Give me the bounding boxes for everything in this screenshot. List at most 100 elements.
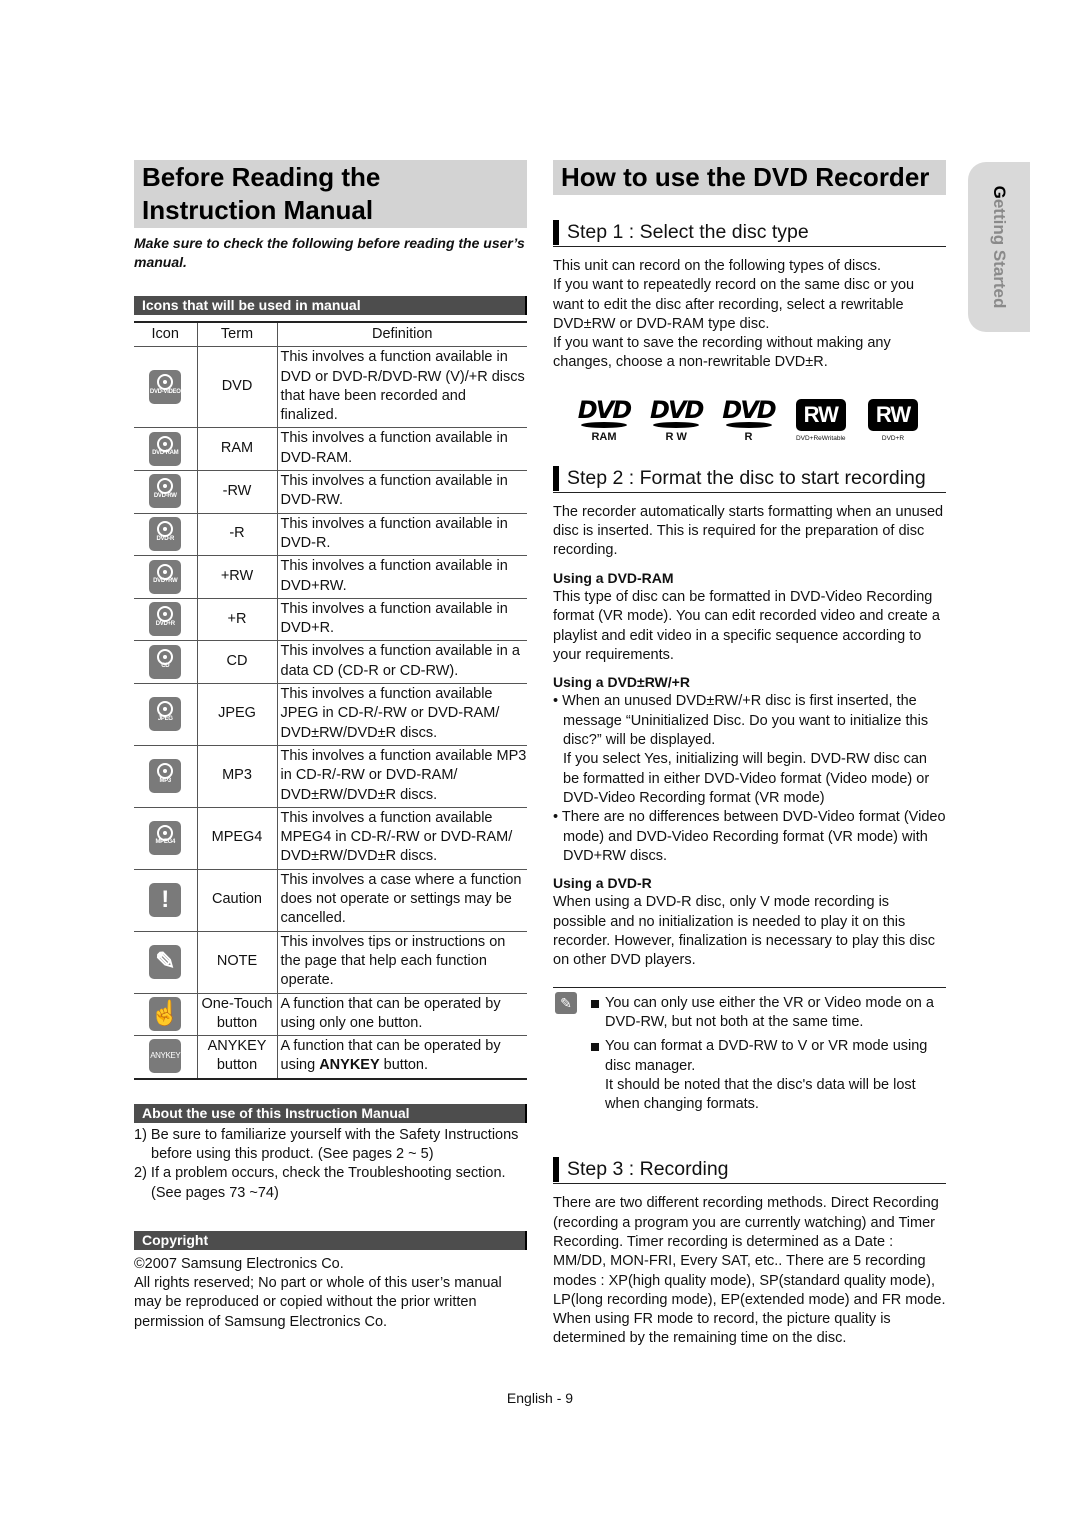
column-header-definition: Definition (277, 321, 527, 348)
list-item: 1) Be sure to familiarize yourself with … (134, 1126, 519, 1162)
list-item: 2) If a problem occurs, check the Troubl… (134, 1165, 506, 1201)
rw-logo-mark: RW (795, 398, 846, 431)
step3-heading: Step 3 : Recording (553, 1156, 946, 1185)
anykey-icon: ANYKEY (149, 1039, 182, 1074)
page-title-before-reading: Before Reading the Instruction Manual (134, 160, 527, 228)
page-number: English - 9 (506, 1390, 574, 1406)
icon-cell: MPEG4 (134, 807, 198, 870)
term-cell: CD (197, 640, 278, 685)
about-list: 1) Be sure to familiarize yourself with … (134, 1126, 527, 1203)
note-item: You can format a DVD-RW to V or VR mode … (553, 1037, 946, 1114)
side-tab-rest: etting Started (990, 198, 1009, 309)
note-text: You can only use either the VR or Video … (605, 994, 934, 1030)
icon-cell: CD (134, 640, 198, 685)
table-row: ! Caution This involves a case where a fun… (134, 869, 527, 932)
right-column: How to use the DVD Recorder Step 1 : Sel… (553, 160, 946, 1349)
definition-cell: This involves a function available MPEG4… (277, 807, 527, 870)
dvd-plus-rw-icon: DVD+RW (149, 559, 182, 594)
icon-cell: DVD+RW (134, 555, 198, 599)
definition-text: button. (379, 1057, 429, 1074)
note-continuation: It should be noted that the disc's data … (605, 1076, 916, 1113)
definition-bold: ANYKEY (319, 1057, 380, 1074)
table-row: ANYKEY ANYKEY button A function that can b… (134, 1035, 527, 1080)
bullet-text: When an unused DVD±RW/+R disc is first i… (562, 693, 929, 749)
icon-label: DVD-RAM (152, 450, 179, 457)
definition-cell: This involves a function available in DV… (277, 598, 527, 642)
term-cell: JPEG (197, 683, 278, 746)
column-header-term: Term (197, 321, 278, 348)
heading-marker (553, 1157, 559, 1183)
definition-cell: This involves a function available in a … (277, 640, 527, 685)
definition-cell: This involves a function available in DV… (277, 513, 527, 557)
icon-label: DVD+RW (153, 578, 178, 585)
icon-cell: ✎ (134, 931, 198, 994)
logo-caption: R (744, 430, 753, 443)
side-tab-label: Getting Started (989, 186, 1009, 309)
section-heading-about: About the use of this Instruction Manual (134, 1103, 527, 1123)
step1-heading-text: Step 1 : Select the disc type (567, 221, 809, 243)
table-row: DVD+R +R This involves a function availabl… (134, 598, 527, 642)
logo-caption: DVD+R (881, 434, 905, 442)
dvd-rw-icon: DVD-RW (149, 474, 182, 509)
dvd-logo-mark: DVD (577, 395, 632, 424)
icon-cell: ☝ (134, 993, 198, 1037)
rw-logo-mark: RW (868, 398, 918, 431)
step2-heading: Step 2 : Format the disc to start record… (553, 465, 946, 493)
term-cell: -RW (197, 470, 278, 514)
note-item: You can only use either the VR or Video … (553, 994, 946, 1033)
column-header-icon: Icon (134, 321, 198, 348)
logo-caption: R W (665, 430, 687, 443)
note-text: You can format a DVD-RW to V or VR mode … (605, 1038, 928, 1074)
definition-cell: This involves a function available MP3 i… (277, 745, 527, 808)
definition-cell: A function that can be operated by using… (277, 1035, 527, 1080)
icon-cell: JPEG (134, 683, 198, 746)
jpeg-icon: JPEG (149, 696, 182, 731)
copyright-line: ©2007 Samsung Electronics Co. (134, 1255, 344, 1272)
dvd-ram-logo: DVD RAM (573, 395, 635, 443)
heading-marker (553, 220, 559, 245)
subheading-dvd-r: Using a DVD-R (553, 875, 652, 892)
icon-label: DVD-VIDEO (149, 388, 181, 395)
table-row: DVD-RW -RW This involves a function availa… (134, 470, 527, 514)
icon-glyph: ☝ (150, 999, 181, 1027)
icon-label: DVD-RW (153, 493, 177, 500)
icon-cell: ! (134, 869, 198, 932)
disc-icon (581, 421, 627, 428)
dvd-logo-mark: DVD (722, 395, 776, 424)
term-cell: MP3 (197, 745, 278, 808)
copyright-text: All rights reserved; No part or whole of… (134, 1275, 502, 1330)
term-cell: RAM (197, 427, 278, 472)
step1-text-1: This unit can record on the following ty… (553, 258, 882, 274)
definition-cell: This involves tips or instructions on th… (277, 931, 527, 994)
table-row: ☝ One-Touch button A function that can be … (134, 993, 527, 1037)
bullet-continuation: If you select Yes, initializing will beg… (563, 751, 930, 806)
mpeg4-icon: MPEG4 (149, 820, 182, 855)
page-title-how-to-use: How to use the DVD Recorder (553, 160, 946, 195)
icon-cell: MP3 (134, 745, 198, 808)
table-row: JPEG JPEG This involves a function availab… (134, 683, 527, 746)
caution-icon: ! (149, 882, 182, 917)
bullet-item: • There are no differences between DVD-V… (553, 809, 946, 864)
disc-icon (653, 421, 700, 428)
logo-caption: RAM (591, 430, 617, 443)
definition-cell: This involves a function available in DV… (277, 555, 527, 599)
step1-heading: Step 1 : Select the disc type (553, 219, 946, 247)
icons-table: Icon Term Definition DVD-VIDEO DVD This in… (134, 321, 527, 1080)
note-box: ✎ You can only use either the VR or Vide… (553, 986, 946, 1115)
dvd-plus-r-logo: RW DVD+R (862, 398, 924, 442)
icon-cell: DVD+R (134, 598, 198, 642)
icon-cell: DVD-R (134, 513, 198, 557)
step3-heading-text: Step 3 : Recording (567, 1158, 729, 1181)
logo-caption: DVD+ReWritable (795, 434, 846, 442)
definition-cell: This involves a function available in DV… (277, 470, 527, 514)
one-touch-hand-icon: ☝ (149, 996, 182, 1031)
icon-label: MP3 (159, 777, 172, 784)
icon-label: CD (161, 663, 170, 670)
term-cell: NOTE (197, 931, 278, 994)
icon-glyph: ANYKEY (150, 1051, 181, 1061)
definition-cell: This involves a function available JPEG … (277, 683, 527, 746)
dvd-r-text: When using a DVD-R disc, only V mode rec… (553, 894, 936, 969)
step2-intro: The recorder automatically starts format… (553, 503, 944, 559)
table-row: DVD-R -R This involves a function availabl… (134, 513, 527, 557)
intro-text: Make sure to check the following before … (134, 235, 525, 270)
